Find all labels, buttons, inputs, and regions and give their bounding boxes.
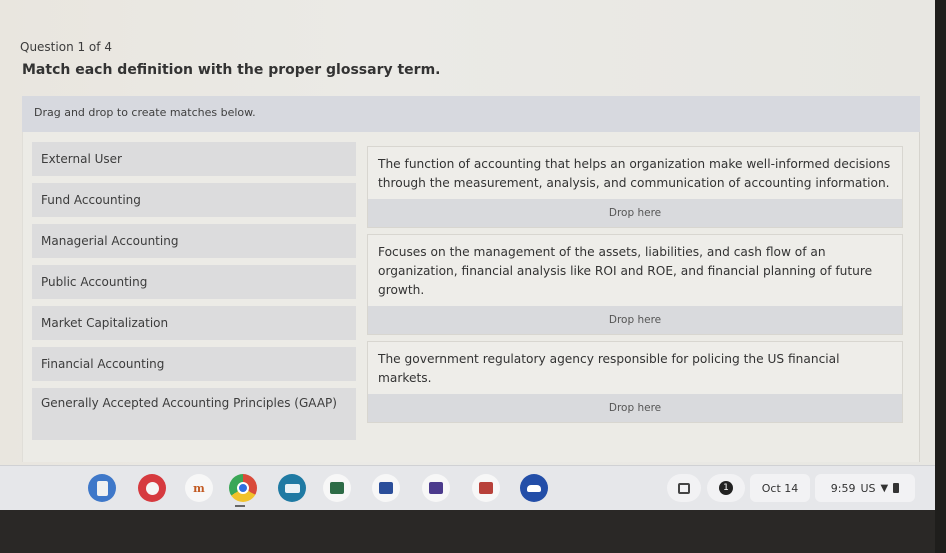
locale-text: US: [860, 481, 876, 495]
drop-zone[interactable]: Drop here: [368, 306, 902, 334]
term-tile[interactable]: Generally Accepted Accounting Principles…: [32, 388, 356, 440]
screencast-icon[interactable]: [278, 474, 306, 502]
drop-zone[interactable]: Drop here: [368, 394, 902, 422]
excel-icon[interactable]: [323, 474, 351, 502]
moodle-glyph: m: [193, 481, 205, 495]
onedrive-icon[interactable]: [520, 474, 548, 502]
taskbar-shelf: m 1 Oct 14 9:59 US ▼: [0, 465, 935, 510]
paint-icon[interactable]: [138, 474, 166, 502]
moodle-icon[interactable]: m: [185, 474, 213, 502]
question-number: Question 1 of 4: [20, 40, 112, 54]
definition-text: The government regulatory agency respons…: [378, 352, 840, 385]
question-prompt: Match each definition with the proper gl…: [22, 62, 441, 78]
instructions-text: Drag and drop to create matches below.: [34, 106, 256, 119]
onenote-icon[interactable]: [422, 474, 450, 502]
term-tile[interactable]: Market Capitalization: [32, 306, 356, 340]
definition-list: The function of accounting that helps an…: [367, 146, 903, 429]
date-text: Oct 14: [761, 481, 799, 495]
files-icon[interactable]: [88, 474, 116, 502]
date-button[interactable]: Oct 14: [750, 474, 810, 502]
drop-zone[interactable]: Drop here: [368, 199, 902, 227]
definition-text: The function of accounting that helps an…: [378, 157, 891, 190]
screen-capture-button[interactable]: [667, 474, 701, 502]
definition-text: Focuses on the management of the assets,…: [378, 245, 873, 297]
instructions-bar: Drag and drop to create matches below.: [22, 96, 920, 132]
term-tile[interactable]: Financial Accounting: [32, 347, 356, 381]
status-area-button[interactable]: 9:59 US ▼: [815, 474, 915, 502]
monitor-bezel-side: [935, 0, 946, 553]
term-tile[interactable]: Public Accounting: [32, 265, 356, 299]
term-tile[interactable]: External User: [32, 142, 356, 176]
monitor-bezel: [0, 510, 946, 553]
powerpoint-icon[interactable]: [472, 474, 500, 502]
word-icon[interactable]: [372, 474, 400, 502]
wifi-icon: ▼: [880, 482, 889, 494]
definition-card: The function of accounting that helps an…: [367, 146, 903, 228]
term-tile[interactable]: Managerial Accounting: [32, 224, 356, 258]
screen-capture-icon: [678, 482, 690, 494]
running-indicator: [235, 505, 245, 507]
term-list: External User Fund Accounting Managerial…: [32, 142, 356, 447]
battery-icon: [893, 483, 900, 493]
time-text: 9:59: [830, 481, 856, 495]
definition-card: Focuses on the management of the assets,…: [367, 234, 903, 335]
notification-badge: 1: [719, 481, 733, 495]
definition-card: The government regulatory agency respons…: [367, 341, 903, 423]
term-tile[interactable]: Fund Accounting: [32, 183, 356, 217]
notifications-button[interactable]: 1: [707, 474, 745, 502]
chrome-icon[interactable]: [229, 474, 257, 502]
